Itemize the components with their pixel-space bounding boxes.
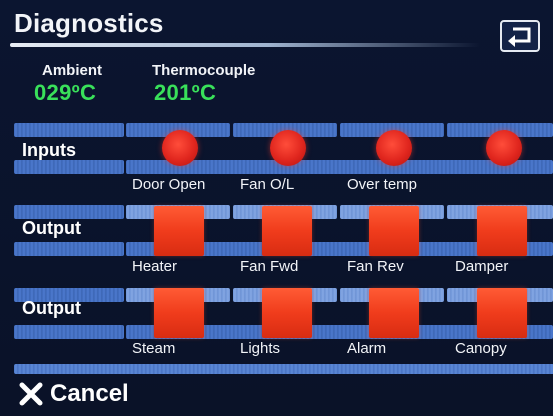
footer-band [14, 364, 553, 374]
thermocouple-value: 201ºC [154, 80, 217, 105]
output-button-canopy[interactable] [477, 288, 527, 338]
input-label-fan-overload: Fan O/L [240, 176, 295, 193]
output-button-heater[interactable] [154, 206, 204, 256]
output-button-lights[interactable] [262, 288, 312, 338]
close-icon [19, 382, 43, 406]
output-label-lights: Lights [240, 340, 281, 357]
row-band [14, 242, 124, 256]
output-button-damper[interactable] [477, 206, 527, 256]
output-label-steam: Steam [132, 340, 176, 357]
title-underline [10, 43, 480, 47]
output-label-canopy: Canopy [455, 340, 507, 357]
row-band [14, 325, 124, 339]
output-row-2-label: Output [22, 298, 81, 318]
input-indicator-door-open [162, 130, 198, 166]
row-band [14, 205, 124, 219]
ambient-value: 029ºC [34, 80, 97, 105]
output-button-alarm[interactable] [369, 288, 419, 338]
input-label-over-temp: Over temp [347, 176, 418, 193]
output-label-alarm: Alarm [347, 340, 387, 357]
output-label-fan-fwd: Fan Fwd [240, 258, 299, 275]
page-title: Diagnostics [14, 8, 164, 38]
output-label-fan-rev: Fan Rev [347, 258, 404, 275]
ambient-label: Ambient [42, 62, 102, 79]
cancel-button[interactable]: Cancel [18, 376, 178, 412]
back-button[interactable] [500, 20, 540, 52]
row-band [14, 123, 124, 137]
inputs-row-label: Inputs [22, 140, 76, 160]
cancel-label: Cancel [50, 380, 129, 407]
input-indicator-over-temp [376, 130, 412, 166]
output-label-damper: Damper [455, 258, 509, 275]
return-arrow-icon [508, 27, 531, 47]
output-button-fan-rev[interactable] [369, 206, 419, 256]
input-indicator-fan-overload [270, 130, 306, 166]
thermocouple-label: Thermocouple [152, 62, 256, 79]
output-button-steam[interactable] [154, 288, 204, 338]
row-band [14, 160, 124, 174]
output-button-fan-fwd[interactable] [262, 206, 312, 256]
output-label-heater: Heater [132, 258, 178, 275]
output-row-1-label: Output [22, 218, 81, 238]
input-indicator-4 [486, 130, 522, 166]
diagnostics-screen: Diagnostics Ambient 029ºC Thermocouple 2… [0, 0, 553, 416]
input-label-door-open: Door Open [132, 176, 206, 193]
